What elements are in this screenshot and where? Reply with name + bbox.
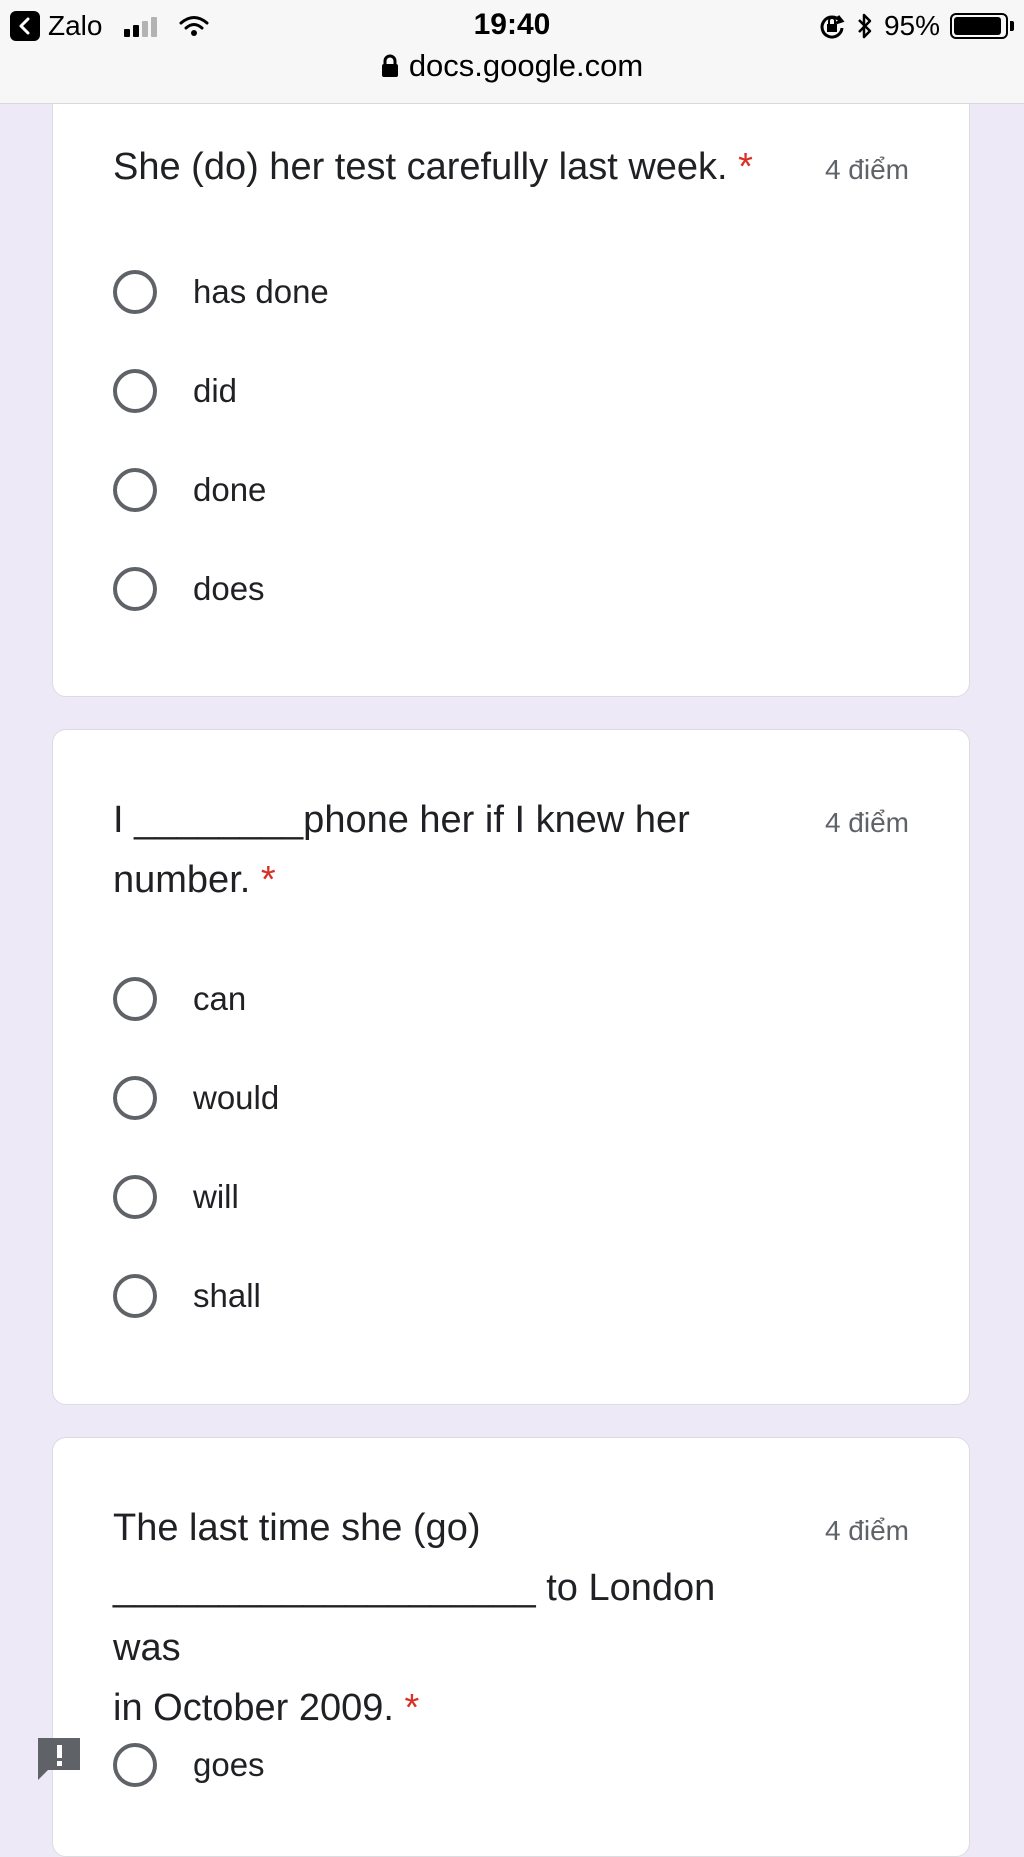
option-label: can: [193, 980, 247, 1017]
bluetooth-icon: [858, 13, 872, 39]
required-asterisk: *: [404, 1687, 420, 1729]
radio-button[interactable]: [113, 977, 157, 1021]
required-asterisk: *: [738, 146, 753, 188]
question-title: I ________phone her if I knew her number…: [113, 790, 753, 910]
url-bar[interactable]: docs.google.com: [0, 48, 1024, 84]
radio-button[interactable]: [113, 1274, 157, 1318]
question-text: She (do) her test carefully last week.: [113, 146, 728, 188]
question-points: 4 điểm: [824, 1515, 909, 1546]
question-text-line2: number.: [113, 859, 251, 901]
option-does[interactable]: does: [113, 564, 265, 614]
option-label: would: [193, 1079, 280, 1116]
question-text-line1: I ________phone her if I knew her: [113, 799, 690, 841]
option-can[interactable]: can: [113, 974, 246, 1024]
option-will[interactable]: will: [113, 1172, 239, 1222]
radio-button[interactable]: [113, 1743, 157, 1787]
option-done[interactable]: done: [113, 465, 266, 515]
battery-cap: [1010, 21, 1014, 31]
option-label: did: [193, 372, 238, 409]
url-domain[interactable]: docs.google.com: [409, 48, 643, 84]
question-title: She (do) her test carefully last week. *: [113, 137, 793, 197]
question-points: 4 điểm: [824, 807, 909, 838]
radio-button[interactable]: [113, 567, 157, 611]
radio-button[interactable]: [113, 1076, 157, 1120]
battery-icon: [950, 13, 1008, 39]
question-title: The last time she (go) _________________…: [113, 1498, 753, 1738]
option-label: done: [193, 471, 267, 508]
option-has-done[interactable]: has done: [113, 267, 329, 317]
radio-button[interactable]: [113, 468, 157, 512]
option-goes[interactable]: goes: [113, 1740, 265, 1790]
option-label: will: [193, 1178, 239, 1215]
option-label: does: [193, 570, 265, 607]
browser-top-bar: Zalo 19:40 95% docs.google.com: [0, 0, 1024, 104]
question-text-line3: in October 2009.: [113, 1687, 394, 1729]
option-did[interactable]: did: [113, 366, 237, 416]
radio-button[interactable]: [113, 369, 157, 413]
option-label: shall: [193, 1277, 261, 1314]
lock-icon: [381, 54, 398, 77]
radio-button[interactable]: [113, 270, 157, 314]
question-card-3: The last time she (go) _________________…: [52, 1437, 970, 1857]
battery-percent: 95%: [883, 10, 940, 41]
rotation-lock-icon: [820, 15, 845, 39]
question-text-line2: ____________________ to London was: [113, 1567, 716, 1669]
option-shall[interactable]: shall: [113, 1271, 261, 1321]
question-card-2: I ________phone her if I knew her number…: [52, 729, 970, 1405]
question-card-1: She (do) her test carefully last week. *…: [52, 80, 970, 697]
option-would[interactable]: would: [113, 1073, 279, 1123]
feedback-icon[interactable]: [34, 1734, 84, 1784]
option-label: goes: [193, 1746, 265, 1783]
option-label: has done: [193, 273, 329, 310]
required-asterisk: *: [260, 859, 276, 901]
status-right: 95%: [818, 10, 1014, 42]
question-text-line1: The last time she (go): [113, 1507, 481, 1549]
radio-button[interactable]: [113, 1175, 157, 1219]
battery-fill: [954, 17, 1002, 35]
question-points: 4 điểm: [824, 154, 909, 185]
